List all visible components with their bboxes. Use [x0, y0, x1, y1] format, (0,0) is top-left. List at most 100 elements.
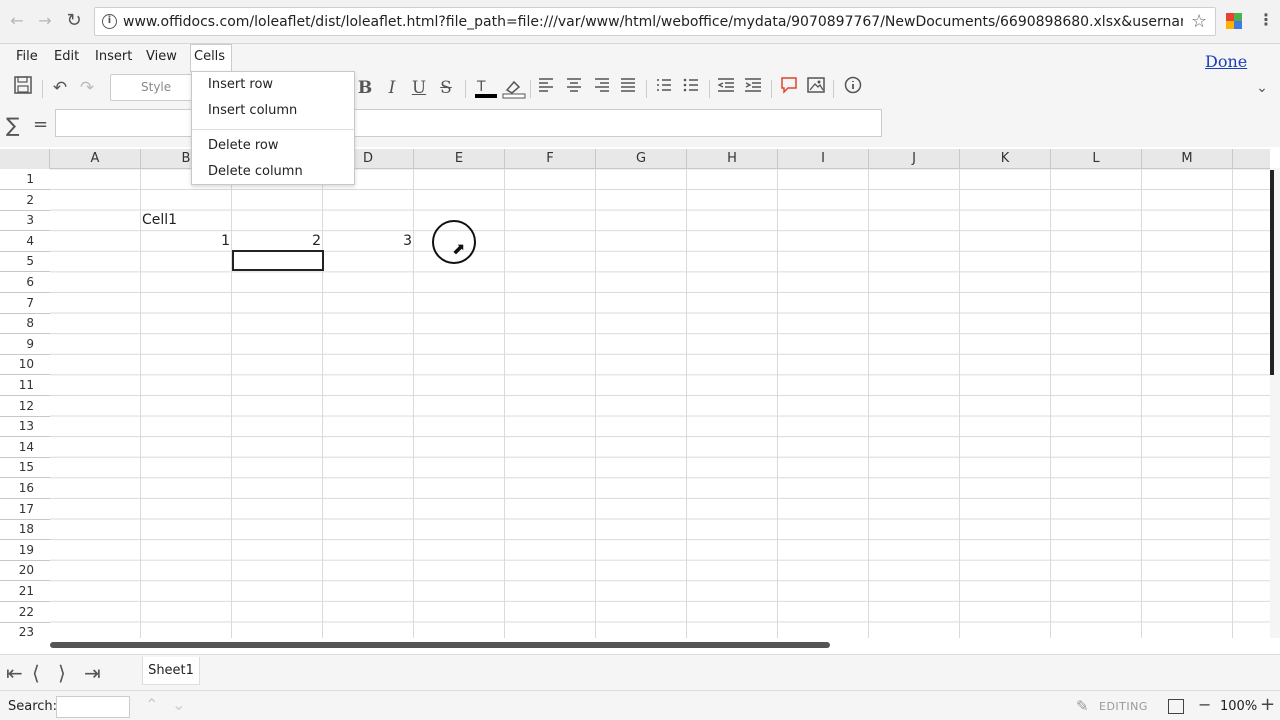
info-icon[interactable]: i	[102, 14, 117, 29]
select-all-corner[interactable]	[0, 149, 50, 169]
menu-edit[interactable]: Edit	[54, 49, 79, 64]
row-header[interactable]: 12	[0, 396, 50, 417]
row-header[interactable]: 15	[0, 457, 50, 479]
horizontal-scrollbar-thumb[interactable]	[50, 642, 830, 648]
redo-icon[interactable]: ↷	[76, 76, 98, 100]
row-header[interactable]: 3	[0, 210, 50, 232]
row-header[interactable]: 18	[0, 519, 50, 541]
align-left-icon[interactable]	[536, 76, 556, 100]
row-header[interactable]: 2	[0, 190, 50, 211]
justify-icon[interactable]	[618, 76, 638, 100]
search-label: Search:	[8, 699, 58, 714]
selected-cell-c5[interactable]	[232, 250, 324, 271]
done-link[interactable]: Done	[1205, 52, 1247, 71]
underline-button[interactable]: U	[408, 76, 430, 100]
fit-page-icon[interactable]	[1168, 699, 1184, 714]
column-header[interactable]: E	[414, 149, 505, 169]
collapse-toolbar-chevron-icon[interactable]: ⌄	[1252, 76, 1272, 100]
row-header[interactable]: 17	[0, 499, 50, 520]
spreadsheet-grid[interactable]: A B C D E F G H I J K L M 1 2 3 4 5 6 7 …	[0, 149, 1270, 638]
row-header[interactable]: 1	[0, 169, 50, 190]
row-header[interactable]: 11	[0, 375, 50, 396]
bookmark-star-icon[interactable]: ☆	[1191, 11, 1207, 32]
zoom-in-icon[interactable]: +	[1260, 694, 1275, 715]
column-header[interactable]: K	[960, 149, 1051, 169]
menu-file[interactable]: File	[16, 49, 38, 64]
next-sheet-icon[interactable]: ⟩	[58, 661, 66, 685]
menu-view[interactable]: View	[146, 49, 177, 64]
cell-b3[interactable]: Cell1	[142, 212, 177, 228]
comment-icon[interactable]	[779, 76, 799, 100]
font-color-icon[interactable]: T	[474, 76, 498, 100]
decrease-indent-icon[interactable]	[716, 76, 736, 100]
first-sheet-icon[interactable]: ⇤	[6, 661, 23, 685]
cell-c4[interactable]: 2	[232, 233, 321, 249]
column-header[interactable]: I	[778, 149, 869, 169]
vertical-scrollbar-thumb[interactable]	[1270, 170, 1274, 375]
row-header[interactable]: 6	[0, 272, 50, 293]
align-center-icon[interactable]	[564, 76, 584, 100]
row-header[interactable]: 9	[0, 334, 50, 355]
menu-cells[interactable]: Cells	[190, 44, 233, 72]
extension-icon[interactable]	[1226, 13, 1242, 29]
row-header[interactable]: 16	[0, 478, 50, 499]
prev-sheet-icon[interactable]: ⟨	[32, 661, 40, 685]
save-icon[interactable]	[12, 76, 34, 100]
menu-insert[interactable]: Insert	[95, 49, 132, 64]
bullet-list-icon[interactable]	[681, 76, 701, 100]
sheet-tab[interactable]: Sheet1	[142, 657, 200, 685]
column-header[interactable]: J	[869, 149, 960, 169]
last-sheet-icon[interactable]: ⇥	[84, 661, 101, 685]
reload-icon[interactable]: ↻	[63, 10, 85, 32]
menu-delete-row[interactable]: Delete row	[208, 138, 279, 153]
svg-text:T: T	[476, 79, 486, 95]
italic-button[interactable]: I	[381, 76, 403, 100]
function-equals-icon[interactable]: =	[33, 114, 48, 135]
column-header[interactable]: M	[1142, 149, 1233, 169]
row-header[interactable]: 7	[0, 293, 50, 314]
numbered-list-icon[interactable]	[654, 76, 674, 100]
cell-b4[interactable]: 1	[141, 233, 230, 249]
row-header[interactable]: 20	[0, 560, 50, 582]
row-header[interactable]: 5	[0, 251, 50, 273]
row-header[interactable]: 4	[0, 231, 50, 252]
forward-arrow-icon[interactable]: →	[34, 10, 56, 32]
column-header[interactable]: G	[596, 149, 687, 169]
search-input[interactable]	[56, 696, 130, 718]
menu-delete-column[interactable]: Delete column	[208, 164, 303, 179]
column-header[interactable]: H	[687, 149, 778, 169]
highlight-color-icon[interactable]	[502, 76, 526, 100]
column-header[interactable]: F	[505, 149, 596, 169]
browser-menu-icon[interactable]: ⋮	[1258, 10, 1274, 29]
search-prev-icon[interactable]: ⌃	[145, 695, 158, 714]
increase-indent-icon[interactable]	[743, 76, 763, 100]
row-header[interactable]: 13	[0, 416, 50, 438]
zoom-out-icon[interactable]: −	[1198, 695, 1211, 714]
column-header[interactable]: L	[1051, 149, 1142, 169]
search-next-icon[interactable]: ⌄	[172, 695, 185, 714]
about-icon[interactable]	[842, 76, 864, 100]
insert-image-icon[interactable]	[806, 76, 826, 100]
formula-input[interactable]	[55, 109, 882, 137]
row-header[interactable]: 21	[0, 581, 50, 602]
row-header[interactable]: 22	[0, 602, 50, 623]
row-header[interactable]: 10	[0, 354, 50, 376]
sum-icon[interactable]: ∑	[6, 113, 19, 137]
row-header[interactable]: 19	[0, 540, 50, 561]
align-right-icon[interactable]	[592, 76, 612, 100]
mouse-cursor-icon: ⬈	[452, 239, 466, 258]
row-header[interactable]: 14	[0, 437, 50, 458]
row-header[interactable]: 8	[0, 313, 50, 335]
column-header[interactable]: A	[50, 149, 141, 169]
strikethrough-button[interactable]: S	[435, 76, 457, 100]
bold-button[interactable]: B	[354, 76, 376, 100]
style-select[interactable]: Style	[110, 74, 200, 101]
undo-icon[interactable]: ↶	[49, 76, 71, 100]
cell-d4[interactable]: 3	[323, 233, 412, 249]
menu-insert-row[interactable]: Insert row	[208, 77, 273, 92]
address-bar[interactable]: i www.offidocs.com/loleaflet/dist/loleaf…	[94, 7, 1216, 36]
back-arrow-icon[interactable]: ←	[6, 10, 28, 32]
menu-insert-column[interactable]: Insert column	[208, 103, 297, 118]
toolbar-separator	[530, 80, 531, 98]
row-header[interactable]: 23	[0, 622, 50, 638]
